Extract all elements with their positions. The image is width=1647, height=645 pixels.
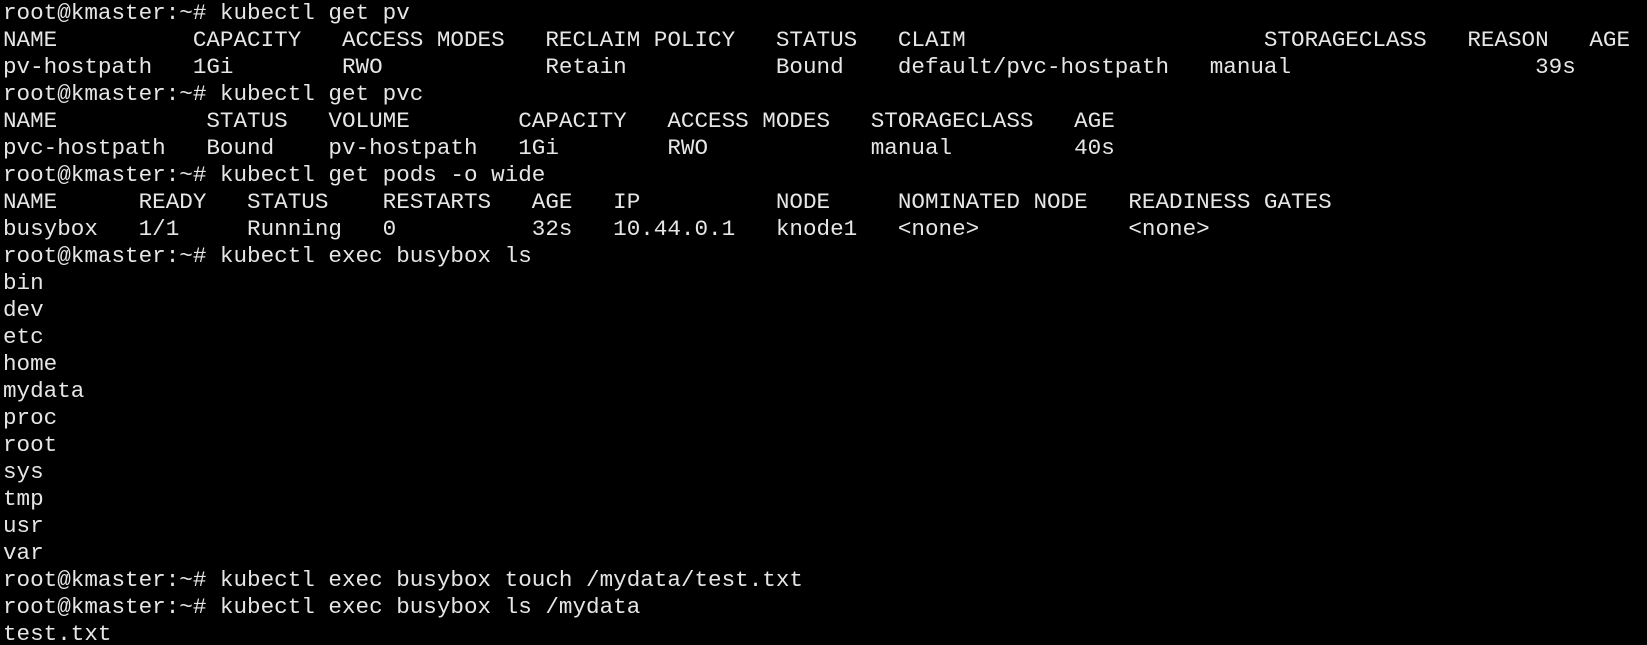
ls-output-line: root xyxy=(3,432,58,458)
ls-output-line: home xyxy=(3,351,58,377)
ls-output-line: usr xyxy=(3,513,44,539)
pvc-table-header: NAME STATUS VOLUME CAPACITY ACCESS MODES… xyxy=(3,108,1115,134)
ls-output-line: bin xyxy=(3,270,44,296)
prompt-line: root@kmaster:~# kubectl get pvc xyxy=(3,81,424,107)
prompt-line: root@kmaster:~# kubectl get pods -o wide xyxy=(3,162,546,188)
ls-output-line: etc xyxy=(3,324,44,350)
pods-table-header: NAME READY STATUS RESTARTS AGE IP NODE N… xyxy=(3,189,1332,215)
ls-output-line: proc xyxy=(3,405,58,431)
pvc-table-row: pvc-hostpath Bound pv-hostpath 1Gi RWO m… xyxy=(3,135,1115,161)
prompt-line: root@kmaster:~# kubectl exec busybox tou… xyxy=(3,567,803,593)
prompt-line: root@kmaster:~# kubectl exec busybox ls xyxy=(3,243,532,269)
pv-table-row: pv-hostpath 1Gi RWO Retain Bound default… xyxy=(3,54,1576,80)
terminal-window[interactable]: root@kmaster:~# kubectl get pv NAME CAPA… xyxy=(0,0,1647,645)
prompt-line: root@kmaster:~# kubectl exec busybox ls … xyxy=(3,594,641,620)
ls-output-line: var xyxy=(3,540,44,566)
ls-output-line: test.txt xyxy=(3,621,112,645)
ls-output-line: sys xyxy=(3,459,44,485)
pv-table-header: NAME CAPACITY ACCESS MODES RECLAIM POLIC… xyxy=(3,27,1631,53)
ls-output-line: mydata xyxy=(3,378,85,404)
prompt-line: root@kmaster:~# kubectl get pv xyxy=(3,0,410,26)
ls-output-line: tmp xyxy=(3,486,44,512)
pods-table-row: busybox 1/1 Running 0 32s 10.44.0.1 knod… xyxy=(3,216,1210,242)
ls-output-line: dev xyxy=(3,297,44,323)
